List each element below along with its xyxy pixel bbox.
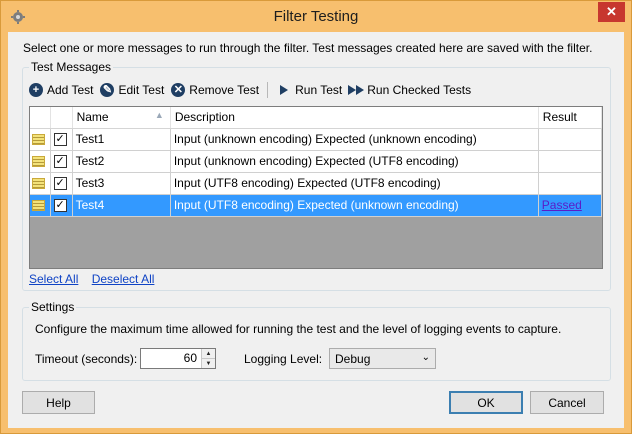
run-test-button[interactable]: Run Test bbox=[276, 82, 342, 98]
edit-pencil-icon: ✎ bbox=[99, 82, 115, 98]
play-icon bbox=[276, 82, 292, 98]
spin-up-icon[interactable]: ▲ bbox=[202, 349, 215, 358]
result-passed-link[interactable]: Passed bbox=[542, 198, 582, 212]
timeout-value[interactable]: 60 bbox=[141, 349, 201, 368]
settings-description: Configure the maximum time allowed for r… bbox=[35, 322, 562, 336]
header-result[interactable]: Result bbox=[538, 107, 602, 129]
add-icon: + bbox=[28, 82, 44, 98]
row-description: Input (unknown encoding) Expected (UTF8 … bbox=[170, 150, 539, 173]
settings-group-label: Settings bbox=[29, 300, 77, 314]
chevron-down-icon: ⌄ bbox=[421, 352, 430, 363]
title-bar[interactable]: Filter Testing ✕ bbox=[1, 1, 631, 32]
tests-grid: Name ▲ Description Result ✓ Test1 Input (… bbox=[29, 106, 603, 269]
header-name[interactable]: Name ▲ bbox=[72, 107, 171, 129]
timeout-label: Timeout (seconds): bbox=[35, 352, 138, 366]
row-name: Test3 bbox=[72, 172, 171, 195]
header-icon-column bbox=[30, 107, 51, 129]
row-result bbox=[538, 172, 602, 195]
logging-level-value: Debug bbox=[335, 351, 371, 366]
table-row-selected[interactable]: ✓ Test4 Input (UTF8 encoding) Expected (… bbox=[30, 194, 602, 217]
remove-test-label: Remove Test bbox=[189, 83, 260, 97]
row-name: Test1 bbox=[72, 128, 171, 151]
settings-group: Settings bbox=[22, 300, 611, 381]
toolbar: + Add Test ✎ Edit Test ✕ Remove Test Run… bbox=[28, 80, 477, 100]
sort-ascending-icon: ▲ bbox=[154, 110, 164, 121]
row-checkbox[interactable]: ✓ bbox=[53, 154, 67, 168]
header-name-label: Name bbox=[76, 110, 109, 125]
run-test-label: Run Test bbox=[295, 83, 343, 97]
add-test-button[interactable]: + Add Test bbox=[28, 82, 93, 98]
run-checked-tests-button[interactable]: Run Checked Tests bbox=[348, 82, 471, 98]
ok-button[interactable]: OK bbox=[449, 391, 523, 414]
row-name: Test4 bbox=[72, 194, 171, 217]
row-description: Input (UTF8 encoding) Expected (UTF8 enc… bbox=[170, 172, 539, 195]
row-result bbox=[538, 128, 602, 151]
spin-down-icon[interactable]: ▼ bbox=[202, 358, 215, 368]
table-row[interactable]: ✓ Test1 Input (unknown encoding) Expecte… bbox=[30, 128, 602, 151]
table-row[interactable]: ✓ Test3 Input (UTF8 encoding) Expected (… bbox=[30, 172, 602, 195]
selection-links: Select All Deselect All bbox=[29, 272, 164, 286]
window-title: Filter Testing bbox=[273, 8, 359, 25]
remove-test-button[interactable]: ✕ Remove Test bbox=[170, 82, 259, 98]
intro-text: Select one or more messages to run throu… bbox=[23, 41, 593, 55]
filter-testing-window: Filter Testing ✕ Select one or more mess… bbox=[0, 0, 632, 434]
note-icon bbox=[32, 133, 45, 145]
row-result-cell: Passed bbox=[538, 194, 602, 217]
row-checkbox[interactable]: ✓ bbox=[53, 198, 67, 212]
deselect-all-link[interactable]: Deselect All bbox=[92, 272, 155, 286]
row-description: Input (unknown encoding) Expected (unkno… bbox=[170, 128, 539, 151]
toolbar-separator bbox=[267, 82, 269, 98]
tests-table: Name ▲ Description Result ✓ Test1 Input (… bbox=[30, 107, 602, 217]
fast-forward-icon bbox=[348, 82, 365, 98]
note-icon bbox=[32, 155, 45, 167]
header-check-column bbox=[50, 107, 73, 129]
test-messages-group-label: Test Messages bbox=[29, 60, 114, 74]
logging-level-select[interactable]: Debug ⌄ bbox=[329, 348, 436, 369]
timeout-stepper[interactable]: 60 ▲ ▼ bbox=[140, 348, 216, 369]
add-test-label: Add Test bbox=[47, 83, 94, 97]
help-button[interactable]: Help bbox=[22, 391, 95, 414]
dialog-body: Select one or more messages to run throu… bbox=[8, 32, 624, 428]
logging-level-label: Logging Level: bbox=[244, 352, 323, 366]
remove-icon: ✕ bbox=[170, 82, 186, 98]
row-result bbox=[538, 150, 602, 173]
row-description: Input (UTF8 encoding) Expected (unknown … bbox=[170, 194, 539, 217]
cancel-button[interactable]: Cancel bbox=[530, 391, 604, 414]
header-description[interactable]: Description bbox=[170, 107, 539, 129]
note-icon bbox=[32, 177, 45, 189]
table-row[interactable]: ✓ Test2 Input (unknown encoding) Expecte… bbox=[30, 150, 602, 173]
row-name: Test2 bbox=[72, 150, 171, 173]
note-icon bbox=[32, 199, 45, 211]
run-checked-tests-label: Run Checked Tests bbox=[367, 83, 472, 97]
close-button[interactable]: ✕ bbox=[598, 2, 625, 22]
row-checkbox[interactable]: ✓ bbox=[53, 132, 67, 146]
row-checkbox[interactable]: ✓ bbox=[53, 176, 67, 190]
edit-test-label: Edit Test bbox=[118, 83, 165, 97]
edit-test-button[interactable]: ✎ Edit Test bbox=[99, 82, 164, 98]
select-all-link[interactable]: Select All bbox=[29, 272, 78, 286]
